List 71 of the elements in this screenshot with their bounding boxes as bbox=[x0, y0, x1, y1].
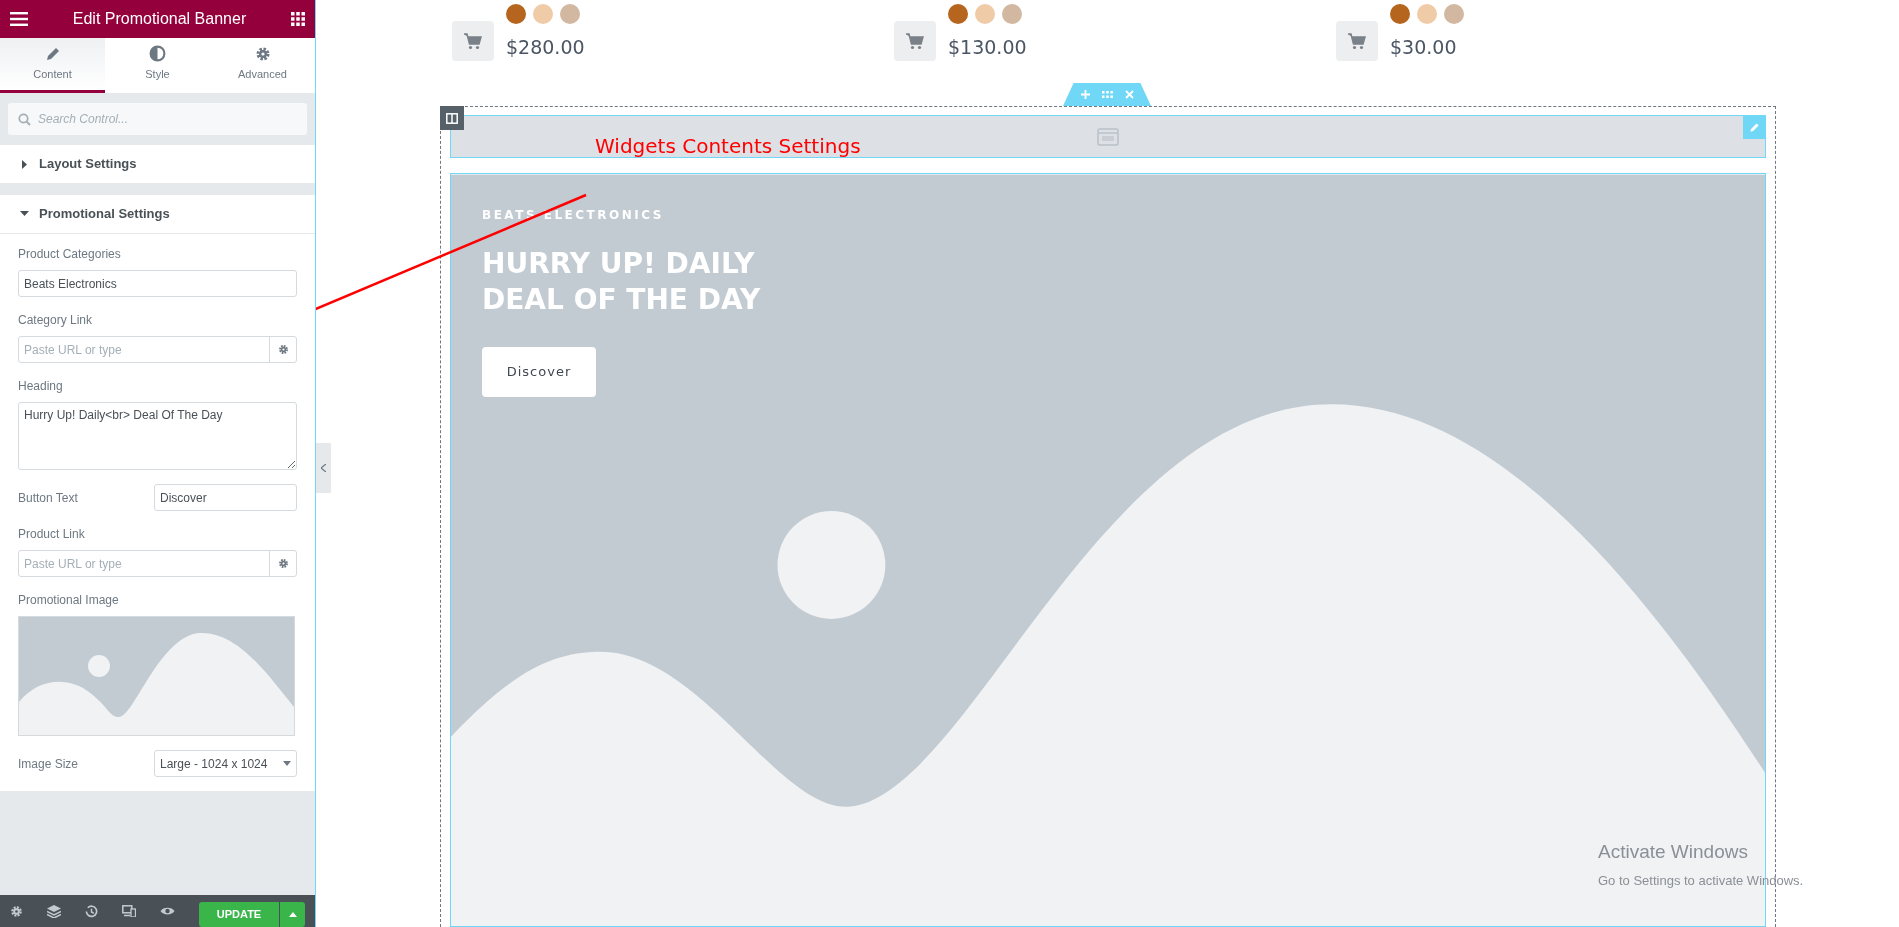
history-icon[interactable] bbox=[85, 904, 98, 918]
gear-icon[interactable] bbox=[10, 904, 23, 918]
caret-icon bbox=[288, 912, 297, 917]
color-swatch[interactable] bbox=[948, 4, 968, 24]
add-to-cart-button[interactable] bbox=[894, 21, 936, 61]
pencil-icon bbox=[44, 45, 61, 62]
color-swatch[interactable] bbox=[506, 4, 526, 24]
price: $130.00 bbox=[948, 35, 1027, 60]
field-label: Button Text bbox=[18, 489, 78, 507]
add-to-cart-button[interactable] bbox=[1336, 21, 1378, 61]
color-swatch[interactable] bbox=[1390, 4, 1410, 24]
url-input[interactable]: Paste URL or type bbox=[19, 551, 269, 576]
banner-subtitle: BEATS ELECTRONICS bbox=[482, 207, 665, 224]
devices-icon[interactable] bbox=[122, 905, 136, 917]
cart-icon bbox=[906, 32, 924, 50]
panel-tab[interactable]: Content bbox=[0, 38, 105, 93]
drag-handle-icon[interactable] bbox=[1101, 91, 1113, 98]
caret-icon bbox=[283, 761, 291, 766]
widget-icon bbox=[1097, 127, 1119, 146]
section-header[interactable]: Layout Settings bbox=[0, 145, 315, 184]
gear-icon bbox=[277, 558, 289, 569]
gear-icon bbox=[254, 45, 271, 62]
textarea-field[interactable]: Hurry Up! Daily<br> Deal Of The Day bbox=[18, 402, 297, 470]
panel-tab[interactable]: Style bbox=[105, 38, 210, 93]
banner-heading: HURRY UP! DAILY DEAL OF THE DAY bbox=[482, 246, 762, 318]
layers-icon[interactable] bbox=[47, 904, 61, 918]
color-swatch[interactable] bbox=[1444, 4, 1464, 24]
cart-icon bbox=[464, 32, 482, 50]
cart-icon bbox=[1348, 32, 1366, 50]
color-swatch[interactable] bbox=[1002, 4, 1022, 24]
search-icon bbox=[18, 112, 31, 126]
section-header[interactable]: Promotional Settings bbox=[0, 195, 315, 234]
caret-icon bbox=[20, 211, 29, 217]
text-field[interactable]: Beats Electronics bbox=[18, 270, 297, 297]
collapse-panel-button[interactable] bbox=[316, 443, 331, 493]
gear-icon bbox=[277, 344, 289, 355]
chevron-left-icon bbox=[321, 464, 326, 472]
search-input[interactable]: Search Control... bbox=[38, 110, 297, 128]
column-handle[interactable] bbox=[440, 106, 464, 130]
color-swatch[interactable] bbox=[560, 4, 580, 24]
price: $30.00 bbox=[1390, 35, 1458, 60]
field-label: Heading bbox=[18, 378, 64, 395]
apps-grid-icon[interactable] bbox=[291, 12, 305, 26]
panel-tab[interactable]: Advanced bbox=[210, 38, 315, 93]
panel-title: Edit Promotional Banner bbox=[72, 9, 247, 29]
color-swatch[interactable] bbox=[1417, 4, 1437, 24]
url-field[interactable]: Paste URL or type bbox=[18, 550, 297, 577]
price: $280.00 bbox=[506, 35, 585, 60]
field-label: Image Size bbox=[18, 755, 79, 773]
field-label: Category Link bbox=[18, 312, 94, 329]
activation-title: Activate Windows bbox=[1598, 840, 1749, 864]
field-label: Promotional Image bbox=[18, 592, 120, 609]
color-swatch[interactable] bbox=[975, 4, 995, 24]
caret-icon bbox=[20, 159, 29, 169]
field-label: Product Categories bbox=[18, 246, 122, 263]
add-to-cart-button[interactable] bbox=[452, 21, 494, 61]
field-label: Product Link bbox=[18, 526, 86, 543]
search-field[interactable]: Search Control... bbox=[8, 103, 307, 135]
eye-icon[interactable] bbox=[160, 906, 175, 916]
url-field[interactable]: Paste URL or type bbox=[18, 336, 297, 363]
select-field[interactable]: Large - 1024 x 1024 bbox=[154, 750, 297, 777]
pencil-icon bbox=[1748, 121, 1760, 133]
url-input[interactable]: Paste URL or type bbox=[19, 337, 269, 362]
discover-button[interactable]: Discover bbox=[482, 347, 596, 397]
annotation-label: Widgets Contents Settings bbox=[595, 133, 861, 160]
half-circle-icon bbox=[149, 45, 166, 63]
menu-icon[interactable] bbox=[10, 12, 28, 26]
color-swatch[interactable] bbox=[533, 4, 553, 24]
text-field[interactable]: Discover bbox=[154, 484, 297, 511]
columns-icon bbox=[446, 112, 458, 124]
publish-options-button[interactable] bbox=[280, 902, 305, 927]
